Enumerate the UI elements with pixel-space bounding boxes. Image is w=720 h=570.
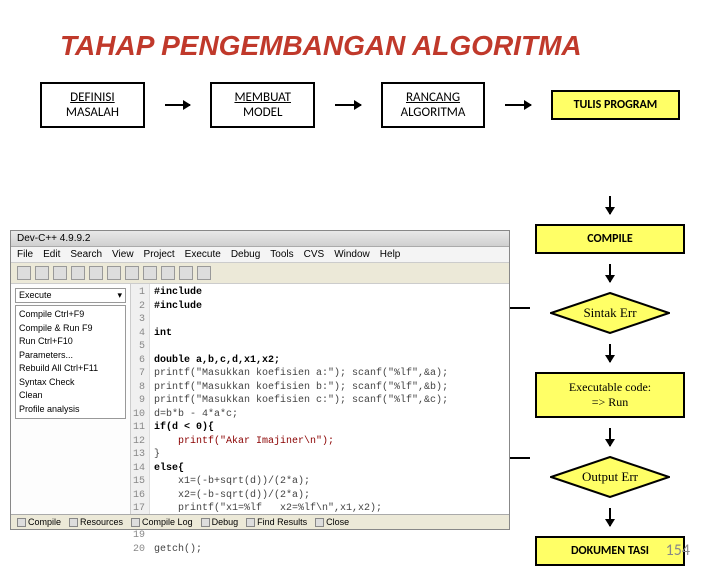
- definisi-line1: DEFINISI: [50, 90, 135, 105]
- toolbar-icon[interactable]: [53, 266, 67, 280]
- page-number: 154: [666, 541, 690, 560]
- arrow-down-icon: [609, 264, 611, 282]
- arrow-down-icon: [609, 428, 611, 446]
- status-resources[interactable]: Resources: [69, 517, 123, 527]
- decision-sintak-err: Sintak Err: [550, 292, 670, 334]
- menu-execute[interactable]: Execute: [185, 249, 221, 260]
- arrow-down-icon: [609, 508, 611, 526]
- status-compile-log[interactable]: Compile Log: [131, 517, 193, 527]
- menu-item-run[interactable]: Run Ctrl+F10: [19, 335, 122, 349]
- rancang-line1: RANCANG: [391, 90, 476, 105]
- membuat-line1: MEMBUAT: [220, 90, 305, 105]
- chevron-down-icon: ▾: [117, 290, 122, 301]
- arrow-icon: [165, 104, 190, 106]
- menu-item-rebuild[interactable]: Rebuild All Ctrl+F11: [19, 362, 122, 376]
- ide-status-tabs: Compile Resources Compile Log Debug Find…: [11, 514, 509, 529]
- membuat-line2: MODEL: [220, 105, 305, 120]
- right-flow-column: COMPILE Sintak Err Executable code: => R…: [530, 150, 690, 566]
- code-area[interactable]: #include #include int double a,b,c,d,x1,…: [150, 284, 452, 514]
- menu-file[interactable]: File: [17, 249, 33, 260]
- status-find-results[interactable]: Find Results: [246, 517, 307, 527]
- menu-cvs[interactable]: CVS: [304, 249, 325, 260]
- ide-titlebar: Dev-C++ 4.9.9.2: [11, 231, 509, 247]
- status-close[interactable]: Close: [315, 517, 349, 527]
- rancang-line2: ALGORITMA: [391, 105, 476, 120]
- step-rancang-algoritma: RANCANG ALGORITMA: [381, 82, 486, 128]
- menu-item-profile[interactable]: Profile analysis: [19, 403, 122, 417]
- toolbar-icon[interactable]: [161, 266, 175, 280]
- status-compile[interactable]: Compile: [17, 517, 61, 527]
- step-membuat-model: MEMBUAT MODEL: [210, 82, 315, 128]
- step-executable-run: Executable code: => Run: [535, 372, 685, 418]
- decision-output-err: Output Err: [550, 456, 670, 498]
- step-tulis-program: TULIS PROGRAM: [551, 90, 680, 120]
- definisi-line2: MASALAH: [50, 105, 135, 120]
- toolbar-icon[interactable]: [89, 266, 103, 280]
- menu-window[interactable]: Window: [334, 249, 370, 260]
- toolbar-icon[interactable]: [143, 266, 157, 280]
- toolbar-icon[interactable]: [35, 266, 49, 280]
- menu-search[interactable]: Search: [70, 249, 102, 260]
- line-gutter: 1234567891011121314151617181920: [131, 284, 150, 514]
- menu-edit[interactable]: Edit: [43, 249, 60, 260]
- step-compile: COMPILE: [535, 224, 685, 254]
- execute-dropdown-menu: Compile Ctrl+F9 Compile & Run F9 Run Ctr…: [15, 305, 126, 419]
- menu-item-syntax-check[interactable]: Syntax Check: [19, 376, 122, 390]
- ide-menubar[interactable]: File Edit Search View Project Execute De…: [11, 247, 509, 263]
- menu-debug[interactable]: Debug: [231, 249, 260, 260]
- status-debug[interactable]: Debug: [201, 517, 239, 527]
- arrow-down-icon: [609, 344, 611, 362]
- toolbar-icon[interactable]: [197, 266, 211, 280]
- arrow-down-icon: [609, 196, 611, 214]
- toolbar-icon[interactable]: [107, 266, 121, 280]
- menu-project[interactable]: Project: [144, 249, 175, 260]
- ide-editor[interactable]: 1234567891011121314151617181920 #include…: [131, 284, 509, 514]
- menu-tools[interactable]: Tools: [270, 249, 293, 260]
- top-steps-row: DEFINISI MASALAH MEMBUAT MODEL RANCANG A…: [0, 82, 720, 128]
- step-dokumentasi: DOKUMEN TASI: [535, 536, 685, 566]
- ide-window: Dev-C++ 4.9.9.2 File Edit Search View Pr…: [10, 230, 510, 530]
- toolbar-icon[interactable]: [17, 266, 31, 280]
- step-definisi: DEFINISI MASALAH: [40, 82, 145, 128]
- toolbar-icon[interactable]: [179, 266, 193, 280]
- execute-dropdown-header[interactable]: Execute▾: [15, 288, 126, 303]
- slide-title: TAHAP PENGEMBANGAN ALGORITMA: [60, 30, 720, 62]
- menu-item-clean[interactable]: Clean: [19, 389, 122, 403]
- menu-item-compile[interactable]: Compile Ctrl+F9: [19, 308, 122, 322]
- arrow-icon: [335, 104, 360, 106]
- menu-item-compile-run[interactable]: Compile & Run F9: [19, 322, 122, 336]
- arrow-icon: [505, 104, 530, 106]
- toolbar-icon[interactable]: [125, 266, 139, 280]
- ide-toolbar: [11, 263, 509, 284]
- ide-side-panel: Execute▾ Compile Ctrl+F9 Compile & Run F…: [11, 284, 131, 514]
- menu-help[interactable]: Help: [380, 249, 401, 260]
- toolbar-icon[interactable]: [71, 266, 85, 280]
- menu-view[interactable]: View: [112, 249, 134, 260]
- menu-item-parameters[interactable]: Parameters...: [19, 349, 122, 363]
